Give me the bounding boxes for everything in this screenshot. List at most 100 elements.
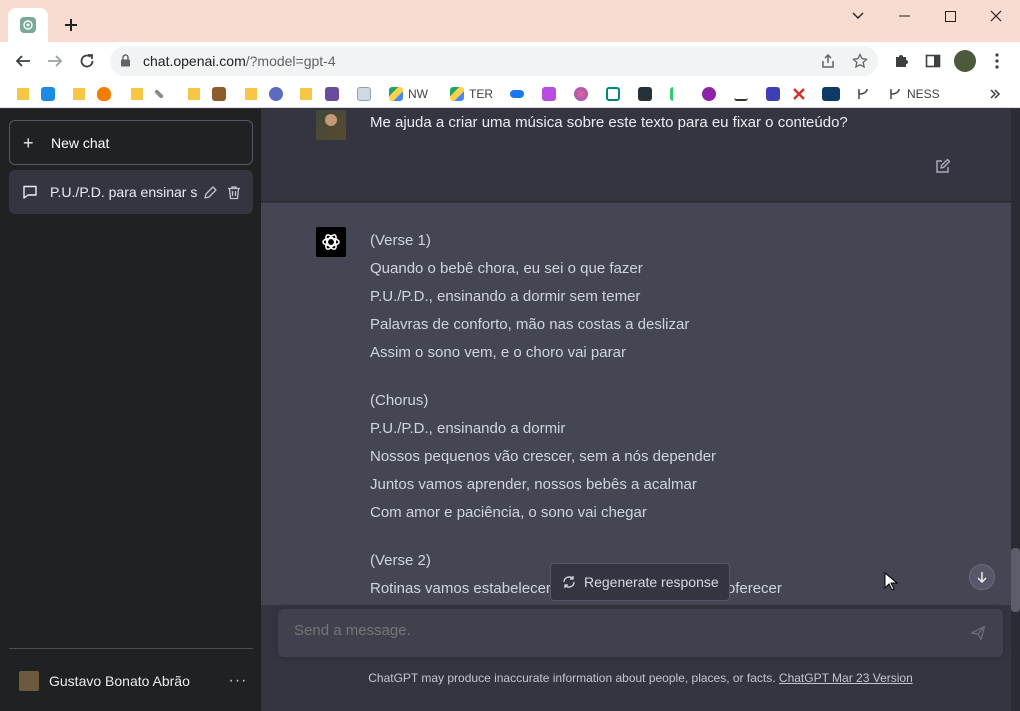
bookmark-ter[interactable]: TER xyxy=(450,86,493,102)
sidebar-divider xyxy=(9,648,253,649)
delete-chat-icon[interactable] xyxy=(222,180,246,204)
bookmark-8[interactable] xyxy=(212,86,226,102)
wrench-icon xyxy=(154,89,164,99)
bookmark-13[interactable] xyxy=(357,86,371,102)
bookmark-17[interactable] xyxy=(574,86,588,102)
bookmark-16[interactable] xyxy=(542,86,556,102)
bookmark-4[interactable] xyxy=(97,86,111,102)
mouse-cursor-icon xyxy=(884,572,898,591)
back-button[interactable] xyxy=(12,50,34,72)
regenerate-response-button[interactable]: Regenerate response xyxy=(550,563,730,601)
message-icon xyxy=(702,87,716,101)
profile-avatar[interactable] xyxy=(954,50,976,72)
bookmark-12[interactable] xyxy=(325,86,339,102)
bookmark-10[interactable] xyxy=(269,86,283,102)
more-options-icon[interactable]: ··· xyxy=(223,672,253,690)
lyric-line: (Chorus) xyxy=(370,392,429,409)
bookmark-24[interactable] xyxy=(792,86,806,102)
user-message-text: Me ajuda a criar uma música sobre este t… xyxy=(370,114,848,131)
url-host: chat.openai.com xyxy=(143,53,246,69)
bookmark-ness[interactable]: NESS xyxy=(888,86,940,102)
bookmark-label: TER xyxy=(469,87,493,101)
refresh-icon xyxy=(562,575,576,589)
bookmark-21[interactable] xyxy=(702,86,716,102)
meta-icon xyxy=(510,90,524,98)
message-composer xyxy=(278,609,1003,657)
bookmark-2[interactable] xyxy=(41,86,55,102)
tab-search-chevron-icon[interactable] xyxy=(843,5,873,27)
sidebar-chat-item[interactable]: P.U./P.D. para ensinar so xyxy=(9,170,253,214)
group-icon xyxy=(325,87,339,101)
scroll-to-bottom-button[interactable] xyxy=(969,564,995,590)
bookmark-meta[interactable] xyxy=(510,86,524,102)
lyric-line: Com amor e paciência, o sono vai chegar xyxy=(370,504,647,521)
menu-kebab-icon[interactable] xyxy=(987,51,1007,71)
browser-tab-chatgpt[interactable] xyxy=(8,8,48,42)
user-name: Gustavo Bonato Abrão xyxy=(49,673,190,689)
folder-icon xyxy=(300,88,312,100)
browser-toolbar: chat.openai.com/?model=gpt-4 xyxy=(0,42,1020,80)
bookmark-folder-1[interactable] xyxy=(17,86,29,102)
user-avatar xyxy=(19,671,39,691)
minimize-button[interactable] xyxy=(889,5,919,27)
double-chevron-icon xyxy=(990,89,1001,99)
extensions-puzzle-icon[interactable] xyxy=(891,51,911,71)
lyric-line: P.U./P.D., ensinando a dormir sem temer xyxy=(370,288,641,305)
verse-1: (Verse 1) Quando o bebê chora, eu sei o … xyxy=(370,227,930,367)
chat-title: P.U./P.D. para ensinar so xyxy=(50,184,198,200)
flame-icon xyxy=(97,87,111,101)
branch-icon xyxy=(858,88,868,99)
share-icon[interactable] xyxy=(819,52,837,70)
bookmark-20[interactable] xyxy=(670,86,684,102)
google-drive-icon xyxy=(389,87,403,101)
bookmark-star-icon[interactable] xyxy=(851,52,869,70)
message-input[interactable] xyxy=(294,622,954,639)
bookmark-19[interactable] xyxy=(638,86,652,102)
document-icon xyxy=(357,87,371,101)
reload-button[interactable] xyxy=(76,50,98,72)
bookmark-folder-3[interactable] xyxy=(73,86,85,102)
branch-icon xyxy=(890,88,900,99)
message-icon xyxy=(22,184,38,200)
edit-message-icon[interactable] xyxy=(934,157,952,175)
sparkle-icon xyxy=(542,87,556,101)
url-text[interactable]: chat.openai.com/?model=gpt-4 xyxy=(143,53,336,69)
bookmark-nw[interactable]: NW xyxy=(389,86,428,102)
new-chat-button[interactable]: + New chat xyxy=(9,120,253,165)
bookmark-folder-7[interactable] xyxy=(188,86,200,102)
page-scrollbar-thumb[interactable] xyxy=(1011,548,1020,612)
google-drive-icon xyxy=(450,87,464,101)
disclaimer-text: ChatGPT may produce inaccurate informati… xyxy=(368,671,776,685)
lyric-line: (Verse 1) xyxy=(370,232,431,249)
chatgpt-logo-icon xyxy=(316,227,346,257)
forward-button[interactable] xyxy=(44,50,66,72)
bookmark-folder-11[interactable] xyxy=(300,86,312,102)
page-scrollbar-track[interactable] xyxy=(1011,109,1020,711)
bookmark-folder-9[interactable] xyxy=(245,86,257,102)
bookmark-26[interactable] xyxy=(856,86,870,102)
bookmark-folder-5[interactable] xyxy=(131,86,143,102)
bookmark-23[interactable] xyxy=(766,86,780,102)
bookmark-mb[interactable] xyxy=(822,86,840,102)
folder-icon xyxy=(17,88,29,100)
version-link[interactable]: ChatGPT Mar 23 Version xyxy=(779,671,913,685)
robot-icon xyxy=(269,87,283,101)
bookmark-22[interactable] xyxy=(734,86,748,102)
user-menu[interactable]: Gustavo Bonato Abrão ··· xyxy=(9,661,253,701)
send-icon[interactable] xyxy=(968,623,988,643)
conversation-panel: Me ajuda a criar uma música sobre este t… xyxy=(261,109,1020,711)
chorus: (Chorus) P.U./P.D., ensinando a dormir N… xyxy=(370,387,930,527)
new-tab-button[interactable] xyxy=(60,14,82,36)
lyric-line: Assim o sono vem, e o choro vai parar xyxy=(370,344,626,361)
close-window-button[interactable] xyxy=(981,5,1011,27)
bookmark-18[interactable] xyxy=(606,86,620,102)
address-bar[interactable]: chat.openai.com/?model=gpt-4 xyxy=(110,46,878,76)
maximize-button[interactable] xyxy=(935,5,965,27)
disclaimer: ChatGPT may produce inaccurate informati… xyxy=(261,671,1020,685)
edit-chat-icon[interactable] xyxy=(198,180,222,204)
chart-icon xyxy=(734,87,748,101)
app-icon xyxy=(41,87,55,101)
bookmark-6[interactable] xyxy=(154,86,164,102)
more-bookmarks-button[interactable] xyxy=(989,86,1001,102)
side-panel-icon[interactable] xyxy=(923,51,943,71)
